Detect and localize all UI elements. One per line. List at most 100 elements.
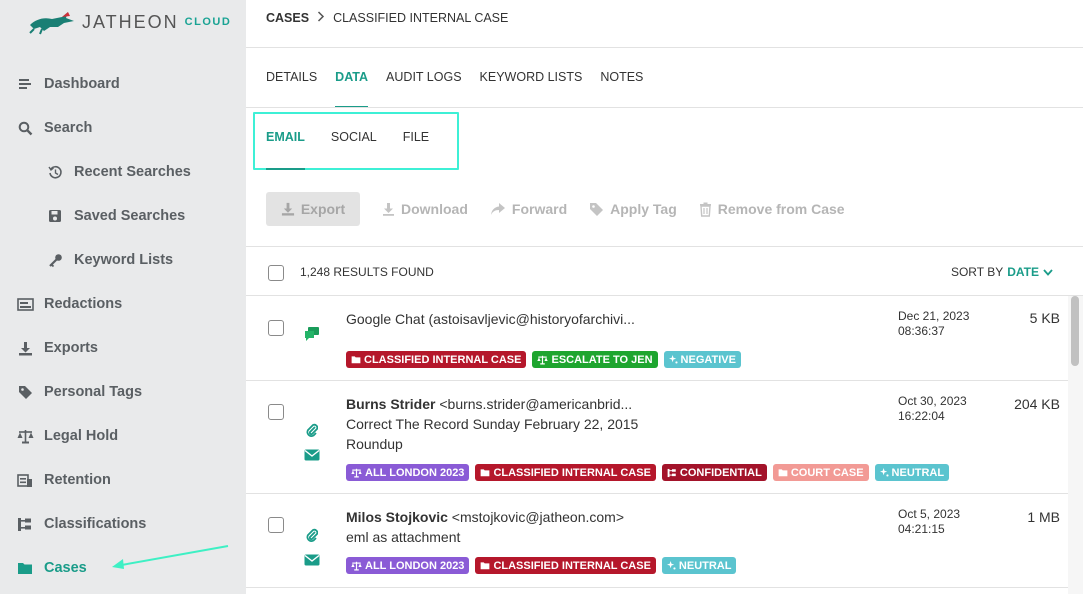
row-checkbox[interactable]: [268, 517, 284, 533]
sidebar-item-keyword-lists[interactable]: Keyword Lists: [46, 249, 173, 271]
paperclip-icon: [306, 528, 319, 547]
row-date: Oct 5, 2023 04:21:15: [898, 507, 960, 537]
tab-details[interactable]: DETAILS: [266, 70, 317, 108]
sidebar-item-redactions[interactable]: Redactions: [16, 293, 122, 315]
jatheon-logo[interactable]: JATHEON CLOUD: [28, 8, 231, 36]
brand-suffix: CLOUD: [184, 16, 232, 28]
remove-from-case-button[interactable]: Remove from Case: [699, 201, 845, 217]
sort-value-dropdown[interactable]: DATE: [1007, 265, 1039, 279]
row-checkbox[interactable]: [268, 320, 284, 336]
tag-label: ALL LONDON 2023: [365, 466, 465, 479]
sidebar-item-exports[interactable]: Exports: [16, 337, 98, 359]
folder-icon: [480, 561, 490, 570]
tag-chip[interactable]: CLASSIFIED INTERNAL CASE: [346, 351, 527, 368]
result-row[interactable]: Burns Strider <burns.strider@americanbri…: [246, 381, 1068, 494]
row-line2: eml as attachment: [346, 529, 461, 545]
chevron-down-icon[interactable]: [1043, 268, 1053, 276]
sidebar-item-label: Redactions: [44, 296, 123, 312]
tag-chip[interactable]: ALL LONDON 2023: [346, 464, 470, 481]
row-size: 1 MB: [1027, 509, 1060, 525]
result-row[interactable]: Google Chat (astoisavljevic@historyofarc…: [246, 296, 1068, 381]
paperclip-icon: [306, 423, 319, 442]
results-header: 1,248 RESULTS FOUND SORT BY DATE: [246, 246, 1083, 296]
sidebar-item-recent-searches[interactable]: Recent Searches: [46, 161, 191, 183]
export-button[interactable]: Export: [266, 192, 360, 226]
select-all-checkbox[interactable]: [268, 265, 284, 281]
sidebar-item-search[interactable]: Search: [16, 117, 92, 139]
scrollbar-thumb[interactable]: [1071, 296, 1079, 366]
tag-chip[interactable]: NEGATIVE: [663, 351, 741, 368]
row-size: 5 KB: [1029, 310, 1060, 326]
row-sender: Burns Strider: [346, 396, 436, 412]
tag-chip[interactable]: ESCALATE TO JEN: [532, 351, 658, 368]
sidebar-item-dashboard[interactable]: Dashboard: [16, 73, 120, 95]
tag-chip[interactable]: CONFIDENTIAL: [661, 464, 767, 481]
sidebar-item-saved-searches[interactable]: Saved Searches: [46, 205, 185, 227]
envelope-icon: [304, 553, 320, 571]
envelope-icon: [304, 448, 320, 466]
folder-icon: [480, 468, 490, 477]
sidebar-item-cases[interactable]: Cases: [16, 557, 87, 579]
tab-data[interactable]: DATA: [335, 70, 368, 108]
tag-chip[interactable]: COURT CASE: [772, 464, 869, 481]
sidebar-item-legal-hold[interactable]: Legal Hold: [16, 425, 118, 447]
key-icon: [46, 251, 64, 269]
row-date-time: 08:36:37: [898, 324, 945, 338]
tab-file[interactable]: FILE: [403, 130, 429, 170]
jatheon-logo-icon: [29, 12, 74, 35]
tab-email[interactable]: EMAIL: [266, 130, 305, 170]
sparkle-icon: [879, 468, 889, 477]
download-label: Download: [401, 201, 468, 217]
tag-chip[interactable]: CLASSIFIED INTERNAL CASE: [475, 464, 656, 481]
scale-icon: [351, 561, 362, 571]
result-row[interactable]: Milos Stojkovic <mstojkovic@jatheon.com>…: [246, 494, 1068, 588]
row-date-time: 04:21:15: [898, 522, 945, 536]
tag-chip[interactable]: ALL LONDON 2023: [346, 557, 470, 574]
row-date-time: 16:22:04: [898, 409, 945, 423]
forward-button[interactable]: Forward: [490, 201, 567, 217]
list-icon: [16, 75, 34, 93]
brand-name: JATHEON: [82, 11, 179, 32]
sidebar-item-label: Classifications: [44, 516, 147, 532]
tab-notes[interactable]: NOTES: [600, 70, 643, 108]
breadcrumb-cases-link[interactable]: CASES: [266, 11, 309, 25]
sidebar-item-label: Personal Tags: [44, 384, 143, 400]
trash-icon: [699, 202, 712, 217]
sidebar-item-classifications[interactable]: Classifications: [16, 513, 146, 535]
sort-control: SORT BY DATE: [951, 265, 1053, 279]
sparkle-icon: [668, 355, 678, 364]
tab-audit-logs[interactable]: AUDIT LOGS: [386, 70, 461, 108]
tag-chip[interactable]: NEUTRAL: [661, 557, 737, 574]
sidebar-item-retention[interactable]: Retention: [16, 469, 111, 491]
sidebar-item-label: Recent Searches: [74, 164, 191, 180]
sparkle-icon: [666, 561, 676, 570]
main-content: CASES CLASSIFIED INTERNAL CASE DETAILS D…: [246, 0, 1083, 594]
tab-social[interactable]: SOCIAL: [331, 130, 377, 170]
row-line3: Roundup: [346, 436, 403, 452]
sidebar-item-label: Saved Searches: [74, 208, 186, 224]
tag-chip[interactable]: NEUTRAL: [874, 464, 950, 481]
sidebar-item-personal-tags[interactable]: Personal Tags: [16, 381, 142, 403]
toolbar: Export Download Forward Apply Tag Remove…: [266, 192, 845, 226]
tag-label: ALL LONDON 2023: [365, 559, 465, 572]
apply-tag-button[interactable]: Apply Tag: [589, 201, 677, 217]
chat-icon: [304, 326, 320, 347]
row-subject: Google Chat (astoisavljevic@historyofarc…: [346, 309, 886, 329]
row-checkbox[interactable]: [268, 404, 284, 420]
tag-chip[interactable]: CLASSIFIED INTERNAL CASE: [475, 557, 656, 574]
breadcrumb: CASES CLASSIFIED INTERNAL CASE: [266, 10, 508, 26]
tag-label: CLASSIFIED INTERNAL CASE: [364, 353, 522, 366]
tag-label: COURT CASE: [790, 466, 864, 479]
row-tags: ALL LONDON 2023 CLASSIFIED INTERNAL CASE C…: [346, 464, 950, 481]
download-button[interactable]: Download: [382, 201, 468, 217]
remove-from-case-label: Remove from Case: [717, 201, 845, 217]
sort-label: SORT BY: [950, 265, 1004, 279]
tag-label: CLASSIFIED INTERNAL CASE: [493, 559, 651, 572]
forward-label: Forward: [511, 201, 568, 217]
tag-label: ESCALATE TO JEN: [551, 353, 653, 366]
tag-label: CLASSIFIED INTERNAL CASE: [493, 466, 651, 479]
annotation-arrow-icon: [112, 545, 229, 569]
sidebar-item-label: Search: [44, 120, 93, 136]
data-type-tabs: EMAIL SOCIAL FILE: [266, 130, 429, 170]
tab-keyword-lists[interactable]: KEYWORD LISTS: [480, 70, 583, 108]
